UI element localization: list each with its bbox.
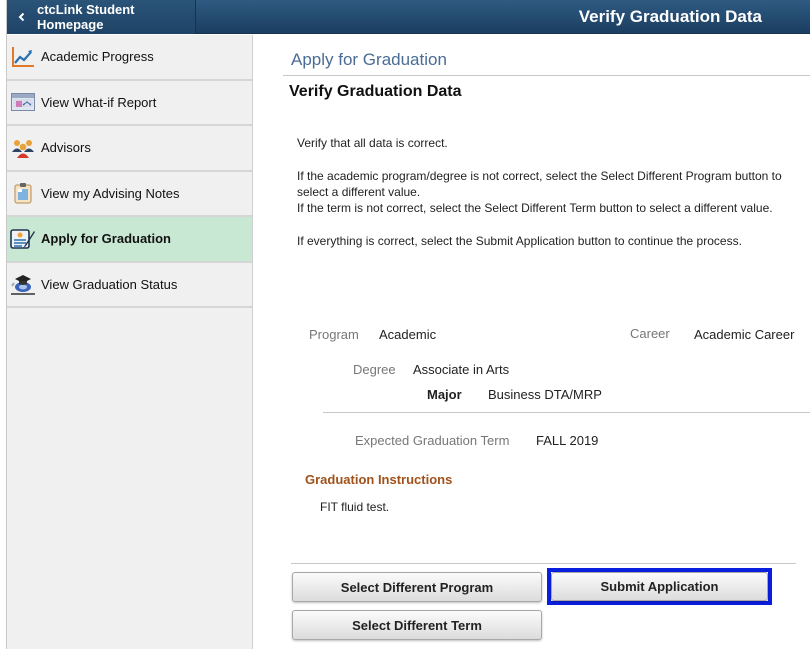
left-edge: [0, 0, 7, 649]
instruction-line: If the academic program/degree is not co…: [297, 169, 782, 183]
graduation-term-label: Expected Graduation Term: [355, 433, 510, 448]
major-label: Major: [427, 387, 462, 402]
divider: [291, 563, 796, 564]
line-chart-icon: [10, 45, 36, 69]
sidebar-item-advising-notes[interactable]: View my Advising Notes: [7, 172, 252, 217]
chevron-left-icon: [15, 10, 29, 24]
degree-label: Degree: [353, 362, 396, 377]
select-different-program-button[interactable]: Select Different Program: [292, 572, 542, 602]
graduation-cap-icon: [10, 272, 36, 296]
instructions-text: Verify that all data is correct. If the …: [297, 135, 782, 249]
divider: [323, 412, 810, 413]
submit-application-button[interactable]: Submit Application: [551, 572, 768, 601]
sidebar-item-academic-progress[interactable]: Academic Progress: [7, 35, 252, 81]
instruction-line: If everything is correct, select the Sub…: [297, 234, 742, 248]
instruction-line: select a different value.: [297, 185, 421, 199]
graduation-instructions-text: FIT fluid test.: [320, 500, 390, 514]
page-subtitle: Apply for Graduation: [291, 50, 447, 69]
sidebar-item-apply-for-graduation[interactable]: Apply for Graduation: [7, 217, 252, 263]
career-label: Career: [630, 326, 670, 341]
sidebar: Academic Progress View What-if Report Ad…: [7, 35, 253, 649]
degree-value: Associate in Arts: [413, 362, 510, 377]
sidebar-item-label: View What-if Report: [41, 94, 157, 110]
graduation-instructions-title: Graduation Instructions: [305, 472, 453, 487]
sidebar-item-label: View my Advising Notes: [41, 185, 180, 201]
career-value: Academic Career: [694, 327, 795, 342]
major-value: Business DTA/MRP: [488, 387, 602, 402]
home-button-label: ctcLink Student Homepage: [37, 2, 135, 32]
instruction-line: Verify that all data is correct.: [297, 136, 448, 150]
instruction-line: If the term is not correct, select the S…: [297, 201, 773, 215]
main-content: Apply for Graduation Verify Graduation D…: [254, 35, 810, 649]
graduation-term-value: FALL 2019: [536, 433, 599, 448]
program-label: Program: [309, 327, 359, 342]
sidebar-item-advisors[interactable]: Advisors: [7, 126, 252, 172]
sidebar-item-what-if-report[interactable]: View What-if Report: [7, 81, 252, 126]
select-different-term-button[interactable]: Select Different Term: [292, 610, 542, 640]
page-title: Verify Graduation Data: [578, 7, 762, 26]
sidebar-item-label: Academic Progress: [41, 49, 154, 65]
report-icon: [10, 90, 36, 114]
sidebar-item-graduation-status[interactable]: View Graduation Status: [7, 263, 252, 308]
application-form-icon: [10, 227, 36, 251]
page-heading: Verify Graduation Data: [289, 83, 462, 100]
people-icon: [10, 136, 36, 160]
header-bar: ctcLink Student Homepage Verify Graduati…: [0, 0, 810, 34]
sidebar-item-label: Apply for Graduation: [41, 231, 171, 247]
divider: [283, 75, 810, 76]
clipboard-icon: [10, 181, 36, 205]
student-homepage-button[interactable]: ctcLink Student Homepage: [7, 0, 196, 34]
sidebar-item-label: Advisors: [41, 140, 91, 156]
program-value: Academic: [379, 327, 437, 342]
sidebar-item-label: View Graduation Status: [41, 276, 178, 292]
